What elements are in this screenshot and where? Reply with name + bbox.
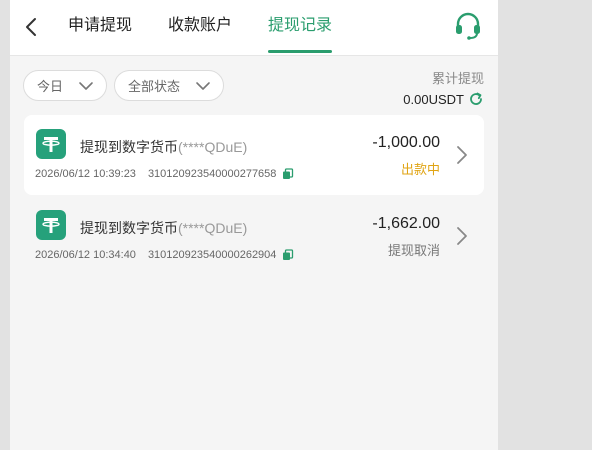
date-filter-dropdown[interactable]: 今日: [23, 70, 107, 101]
record-order-number: 310120923540000277658: [147, 168, 277, 180]
copy-icon[interactable]: [282, 249, 294, 261]
record-datetime: 2026/06/12 10:39:23: [35, 168, 136, 180]
record-meta: 2026/06/12 10:34:40 31012092354000026290…: [35, 249, 294, 261]
record-amount: -1,662.00: [372, 215, 440, 232]
filter-bar: 今日 全部状态 累计提现 0.00USDT: [10, 56, 498, 114]
record-meta: 2026/06/12 10:39:23 31012092354000027765…: [35, 168, 294, 180]
tab-withdraw-records[interactable]: 提现记录: [268, 15, 332, 37]
total-withdrawn-label: 累计提现: [431, 71, 484, 86]
refresh-icon[interactable]: [468, 91, 484, 107]
left-margin: [0, 0, 10, 450]
record-title: 提现到数字货币(****QDuE): [80, 218, 247, 238]
record-amount: -1,000.00: [372, 134, 440, 151]
tether-icon: [36, 129, 66, 159]
date-filter-value: 今日: [37, 79, 64, 94]
copy-icon[interactable]: [282, 168, 294, 180]
record-type: 提现到数字货币: [80, 220, 178, 236]
total-withdrawn: 0.00USDT: [403, 91, 484, 107]
active-tab-indicator: [268, 50, 332, 53]
record-datetime: 2026/06/12 10:34:40: [35, 249, 136, 261]
record-title: 提现到数字货币(****QDuE): [80, 137, 247, 157]
tab-receiving-accounts[interactable]: 收款账户: [168, 15, 232, 37]
record-account: (****QDuE): [178, 139, 248, 155]
tab-apply-withdraw[interactable]: 申请提现: [68, 15, 132, 37]
record-item[interactable]: 提现到数字货币(****QDuE) 2026/06/12 10:34:40 31…: [24, 196, 484, 276]
chevron-right-icon[interactable]: [456, 145, 468, 165]
record-status: 提现取消: [387, 243, 440, 258]
chevron-right-icon[interactable]: [456, 226, 468, 246]
record-type: 提现到数字货币: [80, 139, 178, 155]
total-withdrawn-value: 0.00USDT: [403, 91, 464, 107]
tether-icon: [36, 210, 66, 240]
chevron-down-icon: [79, 82, 93, 90]
record-status: 出款中: [400, 162, 440, 177]
top-nav: 申请提现 收款账户 提现记录: [10, 0, 498, 56]
withdrawal-records-page: 申请提现 收款账户 提现记录 今日 全部状态 累计提现 0.00USDT 提现到…: [10, 0, 498, 450]
record-account: (****QDuE): [178, 220, 248, 236]
chevron-left-icon: [26, 18, 36, 36]
headset-icon: [456, 12, 480, 40]
record-order-number: 310120923540000262904: [147, 249, 277, 261]
record-item[interactable]: 提现到数字货币(****QDuE) 2026/06/12 10:39:23 31…: [24, 115, 484, 195]
back-button[interactable]: [20, 14, 42, 40]
status-filter-dropdown[interactable]: 全部状态: [114, 70, 224, 101]
chevron-down-icon: [196, 82, 210, 90]
status-filter-value: 全部状态: [128, 79, 181, 94]
customer-service-button[interactable]: [453, 11, 483, 41]
